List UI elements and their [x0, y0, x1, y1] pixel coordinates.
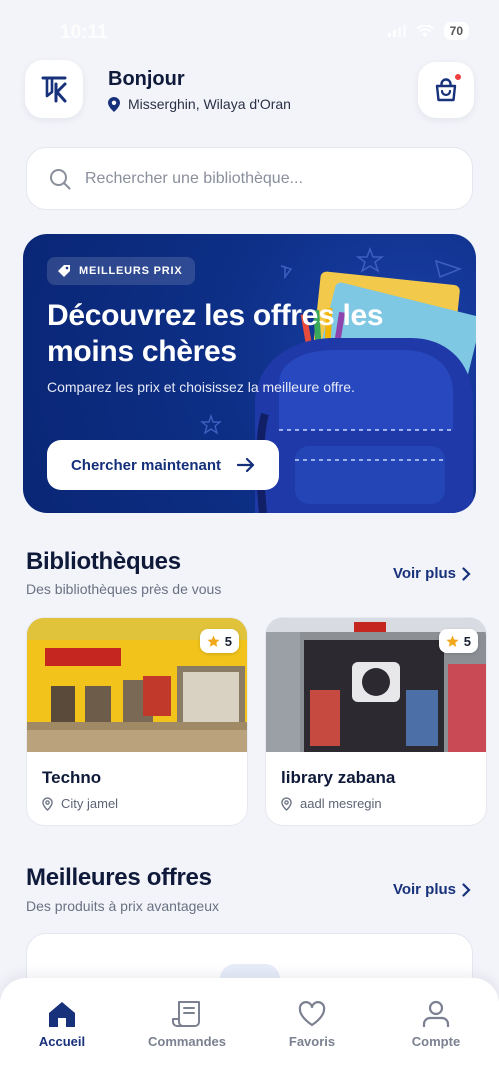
rating-badge: 5 — [438, 629, 478, 653]
status-time: 10:11 — [60, 22, 108, 43]
nav-favorites-label: Favoris — [288, 1034, 336, 1049]
location[interactable]: Misserghin, Wilaya d'Oran — [108, 96, 291, 112]
library-name: library zabana — [281, 768, 396, 787]
search-bar[interactable] — [26, 147, 473, 210]
library-card[interactable]: 5 library zabana aadl mesregin — [265, 617, 487, 826]
chevron-right-icon — [462, 566, 471, 581]
library-location-text: aadl mesregin — [300, 796, 382, 811]
library-location: aadl mesregin — [281, 796, 382, 811]
location-pin-icon — [108, 96, 120, 112]
location-pin-icon — [42, 796, 53, 811]
offers-see-more[interactable]: Voir plus — [393, 881, 471, 898]
nav-home[interactable]: Accueil — [7, 1000, 117, 1049]
app-logo — [25, 60, 83, 118]
wifi-icon — [415, 24, 434, 37]
banner-subtitle: Comparez les prix et choisissez la meill… — [47, 379, 355, 395]
status-icons: 70 — [387, 22, 469, 40]
rating-badge: 5 — [199, 629, 239, 653]
search-now-button[interactable]: Chercher maintenant — [47, 440, 279, 490]
home-icon — [49, 1002, 75, 1027]
best-price-badge: MEILLEURS PRIX — [47, 257, 195, 285]
library-photo: 5 — [27, 618, 247, 752]
notification-dot — [454, 73, 462, 81]
header: Bonjour Misserghin, Wilaya d'Oran — [25, 60, 474, 120]
library-photo: 5 — [266, 618, 486, 752]
nav-orders[interactable]: Commandes — [132, 1000, 242, 1049]
offers-subtitle: Des produits à prix avantageux — [26, 898, 219, 914]
libraries-see-more-label: Voir plus — [392, 565, 456, 582]
nav-account[interactable]: Compte — [381, 1000, 491, 1049]
libraries-see-more[interactable]: Voir plus — [393, 565, 471, 582]
signal-icon — [387, 25, 406, 37]
cart-button[interactable] — [418, 62, 474, 118]
offers-title: Meilleures offres — [26, 864, 212, 891]
banner-title: Découvrez les offres les moins chères — [47, 299, 384, 368]
location-text: Misserghin, Wilaya d'Oran — [128, 96, 291, 112]
badge-label: MEILLEURS PRIX — [79, 265, 183, 277]
rating-value: 5 — [224, 633, 232, 649]
heart-icon — [298, 1001, 326, 1027]
location-pin-icon — [281, 796, 292, 811]
user-icon — [422, 1000, 450, 1027]
greeting-text: Bonjour — [108, 68, 185, 90]
star-icon — [446, 634, 459, 647]
library-card[interactable]: 5 Techno City jamel — [26, 617, 248, 826]
chevron-right-icon — [462, 882, 471, 897]
libraries-subtitle: Des bibliothèques près de vous — [26, 581, 222, 597]
search-now-label: Chercher maintenant — [70, 456, 222, 474]
nav-orders-label: Commandes — [147, 1034, 227, 1049]
star-icon — [207, 634, 220, 647]
libraries-title: Bibliothèques — [26, 548, 181, 575]
nav-home-label: Accueil — [38, 1034, 86, 1049]
tag-icon — [58, 265, 70, 277]
nav-account-label: Compte — [411, 1034, 461, 1049]
search-input[interactable] — [85, 169, 445, 188]
library-location: City jamel — [42, 796, 118, 811]
library-name: Techno — [42, 768, 102, 787]
bottom-navigation: Accueil Commandes Favoris Compte — [0, 978, 499, 1080]
nav-favorites[interactable]: Favoris — [257, 1000, 367, 1049]
rating-value: 5 — [463, 633, 471, 649]
battery-indicator: 70 — [443, 22, 469, 40]
library-location-text: City jamel — [61, 796, 119, 811]
search-icon — [50, 168, 71, 189]
receipt-icon — [172, 1001, 200, 1027]
status-bar: 10:11 70 — [0, 0, 499, 62]
app-logo-icon — [41, 76, 67, 103]
arrow-right-icon — [237, 457, 255, 473]
promo-banner[interactable]: MEILLEURS PRIX Découvrez les offres les … — [23, 234, 476, 513]
offers-see-more-label: Voir plus — [392, 881, 456, 898]
home-screen: 10:11 70 Bonjour Misserghin, Wilaya d'Or… — [0, 0, 499, 1080]
